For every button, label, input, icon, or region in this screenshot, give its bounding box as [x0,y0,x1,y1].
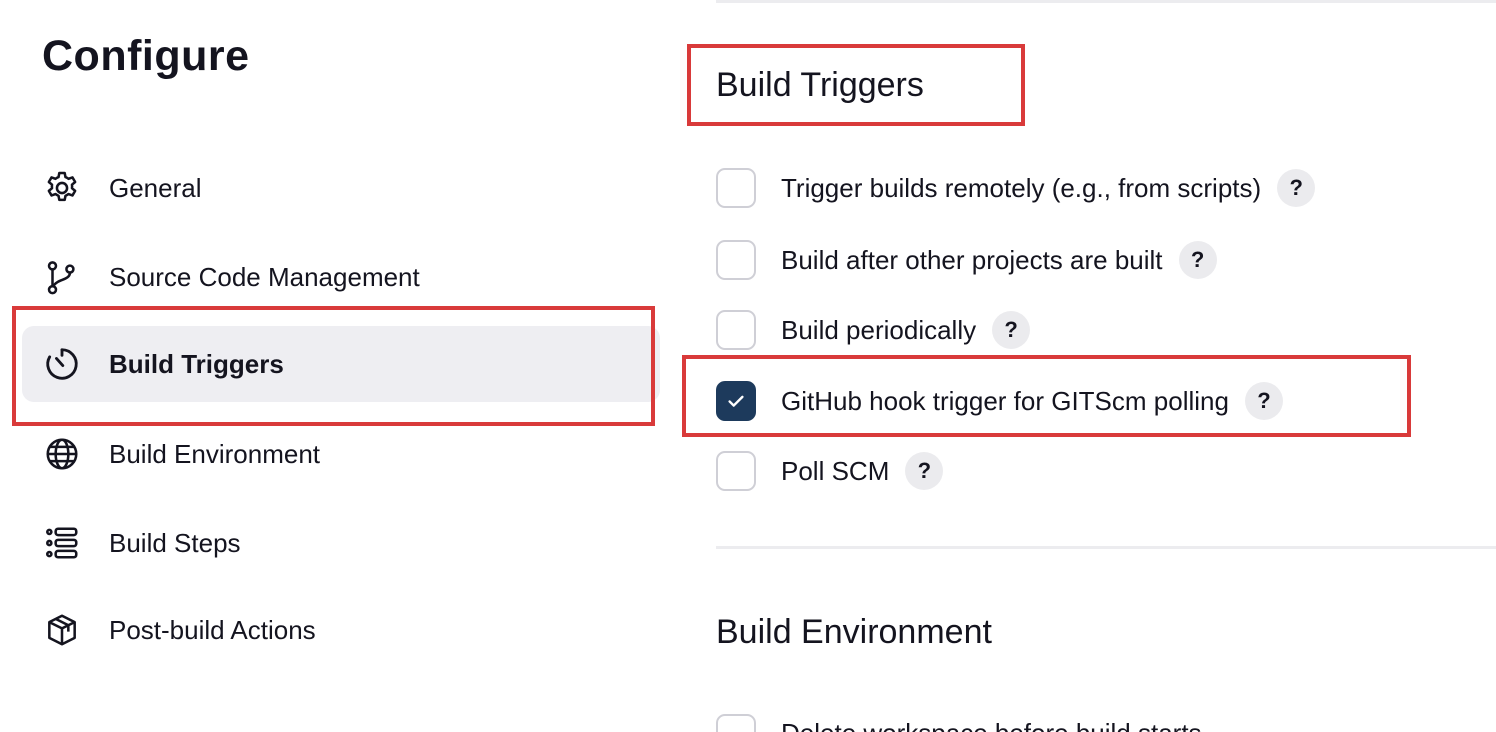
option-label[interactable]: Poll SCM [781,456,889,487]
option-label[interactable]: Delete workspace before build starts [781,718,1202,732]
help-icon[interactable]: ? [1178,241,1217,279]
sidebar-item-label: Build Steps [109,527,241,558]
option-build-periodically: Build periodically ? [716,308,1031,352]
help-icon[interactable]: ? [905,452,944,490]
option-trigger-remotely: Trigger builds remotely (e.g., from scri… [716,166,1316,210]
option-label[interactable]: GitHub hook trigger for GITScm polling [781,386,1229,417]
delete-workspace-checkbox[interactable] [716,714,756,732]
section-title-build-triggers: Build Triggers [716,66,924,104]
sidebar-item-label: Source Code Management [109,261,420,292]
option-delete-workspace: Delete workspace before build starts [716,714,1202,732]
help-icon[interactable]: ? [1277,169,1316,207]
option-github-hook-trigger: GitHub hook trigger for GITScm polling ? [716,379,1283,423]
sidebar-item-build-triggers[interactable]: Build Triggers [22,326,660,402]
globe-icon [42,434,82,474]
option-label[interactable]: Trigger builds remotely (e.g., from scri… [781,173,1261,204]
sidebar-item-label: Post-build Actions [109,614,316,645]
sidebar-item-build-environment[interactable]: Build Environment [22,416,660,492]
top-divider [716,0,1496,3]
option-label[interactable]: Build after other projects are built [781,245,1163,276]
poll-scm-checkbox[interactable] [716,451,756,491]
help-icon[interactable]: ? [992,311,1031,349]
git-branch-icon [42,257,82,297]
sidebar-item-label: General [109,172,202,203]
option-build-after-other-projects: Build after other projects are built ? [716,238,1217,282]
gear-icon [42,168,82,208]
sidebar-item-build-steps[interactable]: Build Steps [22,505,660,581]
configure-page: Configure General Source Code Management… [0,0,1496,732]
page-title: Configure [42,32,250,80]
section-title-build-environment: Build Environment [716,613,992,651]
sidebar-item-source-code-management[interactable]: Source Code Management [22,239,660,315]
option-poll-scm: Poll SCM ? [716,449,944,493]
sidebar-item-post-build-actions[interactable]: Post-build Actions [22,592,660,668]
sidebar-item-label: Build Environment [109,438,320,469]
trigger-remotely-checkbox[interactable] [716,168,756,208]
list-icon [42,523,82,563]
option-label[interactable]: Build periodically [781,315,976,346]
build-periodically-checkbox[interactable] [716,310,756,350]
checkmark-icon [728,395,744,407]
github-hook-trigger-checkbox[interactable] [716,381,756,421]
build-after-other-projects-checkbox[interactable] [716,240,756,280]
timer-icon [42,344,82,384]
sidebar-item-general[interactable]: General [22,150,660,226]
help-icon[interactable]: ? [1244,382,1283,420]
section-divider [716,546,1496,549]
sidebar-item-label: Build Triggers [109,348,284,379]
package-icon [42,610,82,650]
